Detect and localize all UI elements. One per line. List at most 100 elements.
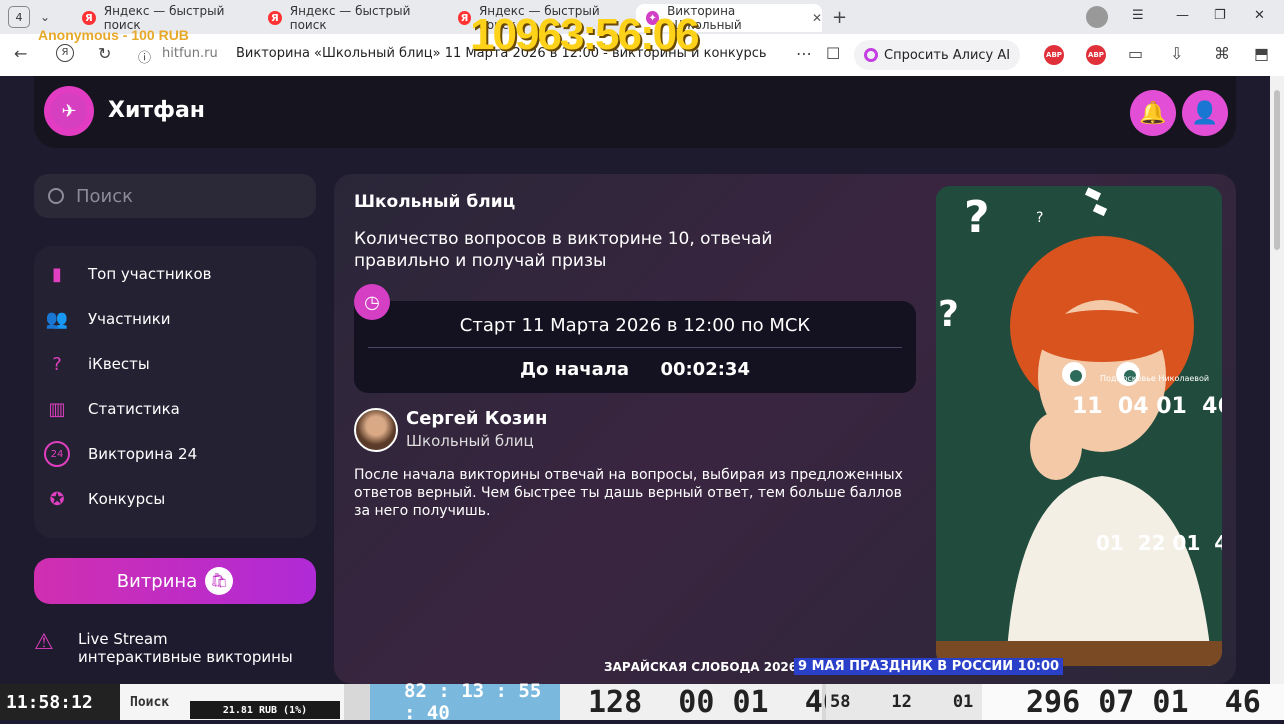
back-icon[interactable]: ← [14,44,27,63]
sidebar-item-label: Статистика [88,400,180,418]
yandex-home-icon[interactable]: Я [56,44,74,62]
stream-ticker-1: ЗАРАЙСКАЯ СЛОБОДА 2026 [604,660,798,674]
yandex-icon: Я [268,11,282,25]
quiz-illustration: ? ? ? Подмосковье Николаевой 11 04 01 46… [936,186,1222,666]
notifications-bell-icon[interactable]: 🔔 [1130,90,1176,136]
adblock-icon[interactable]: ABP [1044,45,1064,65]
svg-text:?: ? [1036,210,1043,226]
author-subtitle: Школьный блиц [406,432,534,450]
search-placeholder: Поиск [76,185,134,207]
pic-counter-1: 11 04 01 46 [1072,394,1222,419]
live-stream-link[interactable]: ⚠ Live Stream интерактивные викторины [34,630,293,666]
taskbar-clock: 11:58:12 [0,684,120,720]
award-icon: ✪ [49,488,65,510]
sidebar-item-contests[interactable]: ✪ Конкурсы [44,483,165,515]
downloads-icon[interactable]: ⇩ [1170,44,1183,63]
search-icon [48,188,64,204]
start-time: Старт 11 Марта 2026 в 12:00 по МСК [459,315,811,336]
translate-icon[interactable]: ⌘ [1214,44,1230,63]
quiz-description: После начала викторины отвечай на вопрос… [354,467,903,519]
alice-label: Спросить Алису AI [884,47,1011,63]
sidebar-menu: ▮ Топ участников 👥 Участники ? iКвесты ▥ Ста… [34,246,316,538]
svg-text:?: ? [938,294,959,335]
more-icon[interactable]: ⋯ [796,44,812,63]
tab-2[interactable]: Я Яндекс — быстрый поиск [258,4,448,32]
shopping-bag-icon: 🛍 [205,567,234,595]
pic-label: Подмосковье Николаевой [1100,374,1210,383]
alice-icon [864,48,878,62]
quiz-card: Школьный блиц Количество вопросов в викт… [334,174,1236,684]
site-domain[interactable]: hitfun.ru [162,46,218,61]
site-brand[interactable]: Хитфан [108,98,205,123]
taskbar-rub: 21.81 RUB (1%) [190,701,340,719]
sidebar-item-participants[interactable]: 👥 Участники [44,303,171,335]
quiz-subtitle: Количество вопросов в викторине 10, отве… [354,229,773,271]
tab-count-button[interactable]: 4 [8,6,30,28]
donation-label: Anonymous - 100 RUB [38,27,189,43]
minimize-icon[interactable]: — [1176,8,1189,23]
question-box-icon: ? [52,353,62,375]
window-close-icon[interactable]: ✕ [1254,8,1265,23]
chart-bars-icon: ▮ [52,263,62,285]
scrollbar-thumb[interactable] [1274,90,1280,250]
page-scrollbar[interactable] [1270,76,1284,684]
screenshot-icon[interactable]: ▭ [1128,44,1143,63]
clock-icon: ◷ [354,284,390,320]
boy-illustration: ? ? ? [936,186,1222,666]
stats-icon: ▥ [48,398,66,420]
webpage: ✈ Хитфан 🔔 👤 Поиск ▮ Топ участников 👥 Учас… [0,76,1270,684]
timer-1: 82 : 13 : 55 : 40 [370,680,560,724]
alice-button[interactable]: Спросить Алису AI [854,40,1021,70]
yandex-icon: Я [458,11,471,25]
profile-avatar-icon[interactable] [1086,6,1108,28]
tab-2-title: Яндекс — быстрый поиск [289,4,411,32]
svg-text:?: ? [964,192,990,243]
divider [368,347,902,348]
bookmark-icon[interactable]: ☐ [826,44,840,63]
restore-icon[interactable]: ❐ [1214,8,1226,23]
site-info-icon[interactable]: ⓘ [138,47,151,66]
sidebar-item-label: Участники [88,310,171,328]
adblock-icon-2[interactable]: ABP [1086,45,1106,65]
sidebar-item-label: Конкурсы [88,490,166,508]
sidebar-item-stats[interactable]: ▥ Статистика [44,393,180,425]
new-tab-icon[interactable]: + [832,7,847,28]
timer-4: 296 07 01 46 [982,684,1284,720]
start-box: Старт 11 Марта 2026 в 12:00 по МСК До на… [354,301,916,393]
rocket-icon: ✈ [51,93,87,129]
close-icon[interactable]: ✕ [812,11,822,25]
yandex-icon: Я [82,11,96,25]
overlay-timer: 10963:56:06 [470,10,700,59]
live-subtitle: интерактивные викторины [78,648,293,666]
search-input[interactable]: Поиск [34,174,316,218]
chevron-down-icon[interactable]: ⌄ [40,10,50,24]
sidebar-item-iquests[interactable]: ? iКвесты [44,348,150,380]
showcase-label: Витрина [116,570,198,592]
sidebar-item-quiz24[interactable]: 24 Викторина 24 [44,438,197,470]
extensions-icon[interactable]: ⬒ [1254,44,1269,63]
warning-icon: ⚠ [34,630,54,655]
timer-2: 128 00 01 46 [560,684,841,720]
reload-icon[interactable]: ↻ [98,44,111,63]
countdown-value: 00:02:34 [660,359,750,380]
site-header: ✈ Хитфан 🔔 👤 [34,76,1236,148]
sidebar-item-label: iКвесты [88,355,150,373]
users-icon: 👥 [45,308,69,330]
author-name[interactable]: Сергей Козин [406,408,547,429]
quiz-title: Школьный блиц [354,192,516,212]
showcase-button[interactable]: Витрина 🛍 [34,558,316,604]
countdown-label: До начала [520,359,630,380]
taskbar: 11:58:12 Поиск 21.81 RUB (1%) 82 : 13 : … [0,680,1284,724]
live-title: Live Stream [78,630,168,648]
sidebar-item-label: Викторина 24 [88,445,198,463]
sidebar-item-label: Топ участников [88,265,212,283]
user-profile-icon[interactable]: 👤 [1182,90,1228,136]
sidebar-item-top[interactable]: ▮ Топ участников [44,258,211,290]
menu-icon[interactable]: ☰ [1132,8,1144,23]
stream-ticker-2: 9 МАЯ ПРАЗДНИК В РОССИИ 10:00 [794,658,1064,675]
countdown: До начала 00:02:34 [354,359,916,380]
pic-counter-2: 01 22 01 46 [1096,531,1222,555]
site-logo[interactable]: ✈ [44,86,94,136]
author-avatar[interactable] [354,408,398,452]
taskbar-search-label: Поиск [130,694,170,710]
